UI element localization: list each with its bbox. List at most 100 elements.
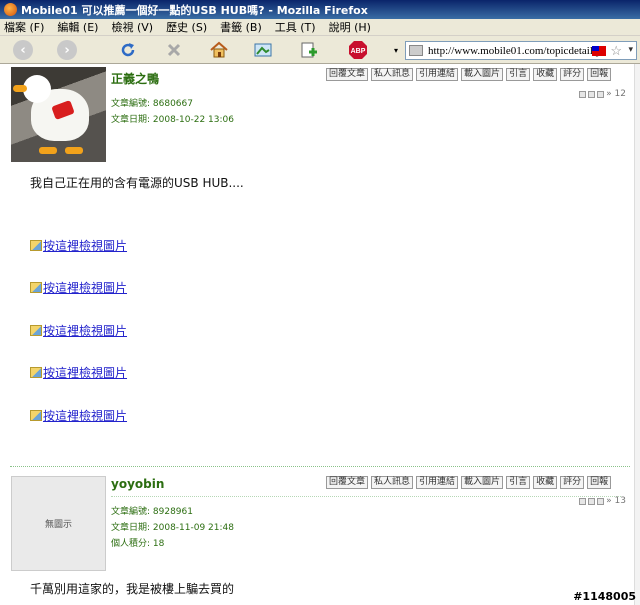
home-button[interactable] xyxy=(208,39,230,61)
page-prev-icon[interactable] xyxy=(588,90,596,98)
bookmark-star-icon[interactable]: ☆ xyxy=(610,43,622,59)
duck-foot xyxy=(65,147,83,154)
private-message-button[interactable]: 私人訊息 xyxy=(371,68,414,81)
post-username[interactable]: 正義之鴨 xyxy=(111,70,159,87)
post-username[interactable]: yoyobin xyxy=(111,477,164,491)
floor-number: » 13 xyxy=(579,496,626,506)
picture-icon xyxy=(30,325,42,336)
user-points: 個人積分: 18 xyxy=(111,539,165,549)
reply-button[interactable]: 回覆文章 xyxy=(326,476,369,489)
page-next-icon[interactable] xyxy=(597,90,605,98)
favorite-button[interactable]: 收藏 xyxy=(533,68,558,81)
view-image-link[interactable]: 按這裡檢視圖片 xyxy=(30,279,127,296)
username-separator xyxy=(111,496,621,497)
private-message-button[interactable]: 私人訊息 xyxy=(371,476,414,489)
post-text: 千萬別用這家的，我是被樓上騙去買的 xyxy=(30,582,235,596)
menu-history[interactable]: 歷史 (S) xyxy=(166,19,207,35)
menu-view[interactable]: 檢視 (V) xyxy=(111,19,153,35)
flag-icon xyxy=(592,46,606,56)
floor-number: » 12 xyxy=(579,89,626,99)
article-number: 文章編號: 8928961 xyxy=(111,507,193,517)
window-titlebar: Mobile01 可以推薦一個好一點的USB HUB嗎? - Mozilla F… xyxy=(0,0,640,19)
report-button[interactable]: 回報 xyxy=(587,68,612,81)
screenshot-button[interactable] xyxy=(252,39,274,61)
watermark-id: #1148005 xyxy=(573,590,636,603)
menu-bar: 檔案 (F) 編輯 (E) 檢視 (V) 歷史 (S) 書籤 (B) 工具 (T… xyxy=(0,19,640,36)
duck-beak xyxy=(13,85,27,92)
add-page-icon xyxy=(301,42,317,58)
view-image-link[interactable]: 按這裡檢視圖片 xyxy=(30,322,127,339)
forward-button[interactable]: › xyxy=(56,39,78,61)
duck-foot xyxy=(39,147,57,154)
reply-button[interactable]: 回覆文章 xyxy=(326,68,369,81)
rate-button[interactable]: 評分 xyxy=(560,476,585,489)
navigation-toolbar: ‹ › ABP ▾ http://www.mobile01.com/topicd… xyxy=(0,36,640,64)
menu-tools[interactable]: 工具 (T) xyxy=(275,19,316,35)
site-identity-icon xyxy=(409,45,423,56)
dropdown-arrow-icon: ▾ xyxy=(393,45,398,55)
quote-link-button[interactable]: 引用連結 xyxy=(416,68,459,81)
picture-icon xyxy=(30,282,42,293)
menu-help[interactable]: 說明 (H) xyxy=(329,19,371,35)
article-date: 文章日期: 2008-10-22 13:06 xyxy=(111,115,234,125)
load-images-button[interactable]: 載入圖片 xyxy=(461,68,504,81)
picture-icon xyxy=(30,240,42,251)
svg-text:ABP: ABP xyxy=(351,48,366,55)
floor-label: » 13 xyxy=(606,496,626,506)
menu-bookmarks[interactable]: 書籤 (B) xyxy=(220,19,262,35)
stop-icon xyxy=(167,43,181,57)
forward-arrow-icon: › xyxy=(57,40,77,60)
post-meta: 文章編號: 8928961 文章日期: 2008-11-09 21:48 個人積… xyxy=(111,504,234,552)
screenshot-icon xyxy=(254,43,272,57)
view-image-label: 按這裡檢視圖片 xyxy=(43,239,128,253)
quote-button[interactable]: 引言 xyxy=(506,68,531,81)
report-button[interactable]: 回報 xyxy=(587,476,612,489)
rate-button[interactable]: 評分 xyxy=(560,68,585,81)
menu-edit[interactable]: 編輯 (E) xyxy=(57,19,98,35)
stop-button[interactable] xyxy=(163,39,185,61)
adblock-dropdown[interactable]: ▾ xyxy=(385,39,407,61)
window-title: Mobile01 可以推薦一個好一點的USB HUB嗎? - Mozilla F… xyxy=(21,3,368,17)
view-image-label: 按這裡檢視圖片 xyxy=(43,281,128,295)
floor-label: » 12 xyxy=(606,89,626,99)
view-image-link[interactable]: 按這裡檢視圖片 xyxy=(30,364,127,381)
page-next-icon[interactable] xyxy=(597,497,605,505)
page-prev-icon[interactable] xyxy=(588,497,596,505)
url-text: http://www.mobile01.com/topicdetail.p xyxy=(428,44,602,57)
reload-icon xyxy=(121,43,135,57)
avatar-placeholder: 無圖示 xyxy=(11,476,106,571)
adblock-button[interactable]: ABP xyxy=(347,39,369,61)
scrollbar-edge[interactable] xyxy=(634,64,640,605)
favorite-button[interactable]: 收藏 xyxy=(533,476,558,489)
view-image-link[interactable]: 按這裡檢視圖片 xyxy=(30,237,127,254)
reload-button[interactable] xyxy=(117,39,139,61)
view-image-link[interactable]: 按這裡檢視圖片 xyxy=(30,407,127,424)
article-date: 文章日期: 2008-11-09 21:48 xyxy=(111,523,234,533)
back-arrow-icon: ‹ xyxy=(13,40,33,60)
page-first-icon[interactable] xyxy=(579,497,587,505)
duck-head xyxy=(23,75,51,103)
quote-link-button[interactable]: 引用連結 xyxy=(416,476,459,489)
load-images-button[interactable]: 載入圖片 xyxy=(461,476,504,489)
view-image-label: 按這裡檢視圖片 xyxy=(43,409,128,423)
post-text: 我自己正在用的含有電源的USB HUB.... xyxy=(30,176,244,190)
view-image-label: 按這裡檢視圖片 xyxy=(43,324,128,338)
view-image-label: 按這裡檢視圖片 xyxy=(43,366,128,380)
picture-icon xyxy=(30,410,42,421)
no-avatar-label: 無圖示 xyxy=(44,520,72,530)
menu-file[interactable]: 檔案 (F) xyxy=(4,19,44,35)
firefox-icon xyxy=(4,3,17,16)
adblock-icon: ABP xyxy=(349,41,367,59)
page-content: 正義之鴨 文章編號: 8680667 文章日期: 2008-10-22 13:0… xyxy=(0,64,640,605)
article-number: 文章編號: 8680667 xyxy=(111,99,193,109)
page-first-icon[interactable] xyxy=(579,90,587,98)
back-button[interactable]: ‹ xyxy=(12,39,34,61)
avatar[interactable] xyxy=(11,67,106,162)
url-dropdown-icon[interactable]: ▾ xyxy=(628,44,633,55)
quote-button[interactable]: 引言 xyxy=(506,476,531,489)
home-icon xyxy=(210,41,228,58)
new-tab-button[interactable] xyxy=(298,39,320,61)
picture-icon xyxy=(30,367,42,378)
address-bar[interactable]: http://www.mobile01.com/topicdetail.p ☆ … xyxy=(405,41,637,60)
post-meta: 文章編號: 8680667 文章日期: 2008-10-22 13:06 xyxy=(111,96,234,128)
